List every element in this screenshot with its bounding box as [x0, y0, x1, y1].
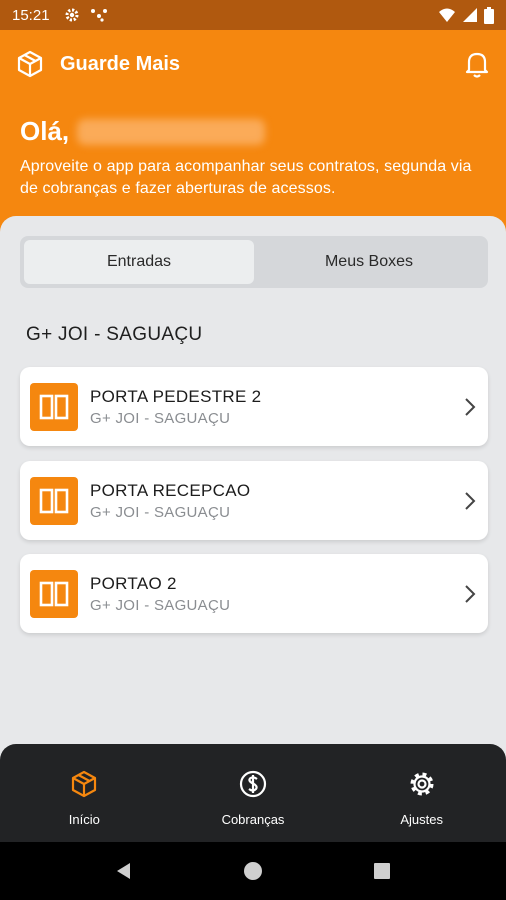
back-icon[interactable] — [114, 861, 134, 881]
greeting-hello: Olá, — [20, 116, 70, 146]
main-content: Entradas Meus Boxes G+ JOI - SAGUAÇU POR… — [0, 216, 506, 756]
recents-icon[interactable] — [372, 861, 392, 881]
home-icon[interactable] — [243, 861, 263, 881]
battery-icon — [484, 6, 494, 24]
entry-card[interactable]: PORTA RECEPCAO G+ JOI - SAGUAÇU — [20, 461, 488, 540]
box-icon — [72, 770, 97, 798]
section-title: G+ JOI - SAGUAÇU — [26, 324, 203, 345]
chevron-right-icon — [465, 397, 476, 416]
chevron-right-icon — [465, 584, 476, 603]
system-nav-bar — [0, 842, 506, 900]
chevron-right-icon — [465, 491, 476, 510]
app-title: Guarde Mais — [60, 52, 181, 75]
entry-card[interactable]: PORTAO 2 G+ JOI - SAGUAÇU — [20, 554, 488, 633]
tab-meus-boxes[interactable]: Meus Boxes — [254, 240, 484, 284]
notification-bell-icon[interactable] — [464, 50, 490, 78]
nav-label-ajustes: Ajustes — [400, 812, 443, 827]
entry-name: PORTA PEDESTRE 2 — [90, 386, 262, 406]
link-status-icon — [90, 9, 107, 22]
nav-ajustes[interactable]: Ajustes — [337, 744, 506, 842]
bottom-nav: Início Cobranças Ajustes — [0, 744, 506, 842]
nav-inicio[interactable]: Início — [0, 744, 169, 842]
door-icon — [30, 569, 78, 618]
door-icon — [30, 476, 78, 525]
wifi-icon — [439, 8, 455, 22]
signal-icon — [463, 8, 477, 22]
entry-location: G+ JOI - SAGUAÇU — [90, 503, 231, 521]
gear-icon — [410, 772, 434, 796]
door-icon — [30, 382, 78, 431]
entry-card[interactable]: PORTA PEDESTRE 2 G+ JOI - SAGUAÇU — [20, 367, 488, 446]
blurred-user-name — [77, 118, 266, 145]
header: Guarde Mais Olá, Aproveite o app para ac… — [0, 30, 506, 245]
greeting-subtitle: Aproveite o app para acompanhar seus con… — [20, 158, 472, 197]
tab-entradas[interactable]: Entradas — [24, 240, 254, 284]
entry-location: G+ JOI - SAGUAÇU — [90, 409, 231, 427]
nav-label-inicio: Início — [68, 812, 100, 827]
entry-name: PORTA RECEPCAO — [90, 480, 251, 500]
app-bar: Guarde Mais — [0, 30, 506, 98]
greeting: Olá, — [20, 116, 266, 147]
entry-name: PORTAO 2 — [90, 573, 177, 593]
settings-status-icon — [65, 8, 79, 22]
segmented-tabs: Entradas Meus Boxes — [20, 236, 488, 288]
status-bar: 15:21 — [0, 0, 506, 30]
nav-label-cobrancas: Cobranças — [221, 812, 285, 827]
dollar-icon — [239, 770, 267, 798]
box-logo-icon — [17, 50, 43, 78]
nav-cobrancas[interactable]: Cobranças — [169, 744, 338, 842]
entry-location: G+ JOI - SAGUAÇU — [90, 596, 231, 614]
status-time: 15:21 — [12, 6, 50, 24]
